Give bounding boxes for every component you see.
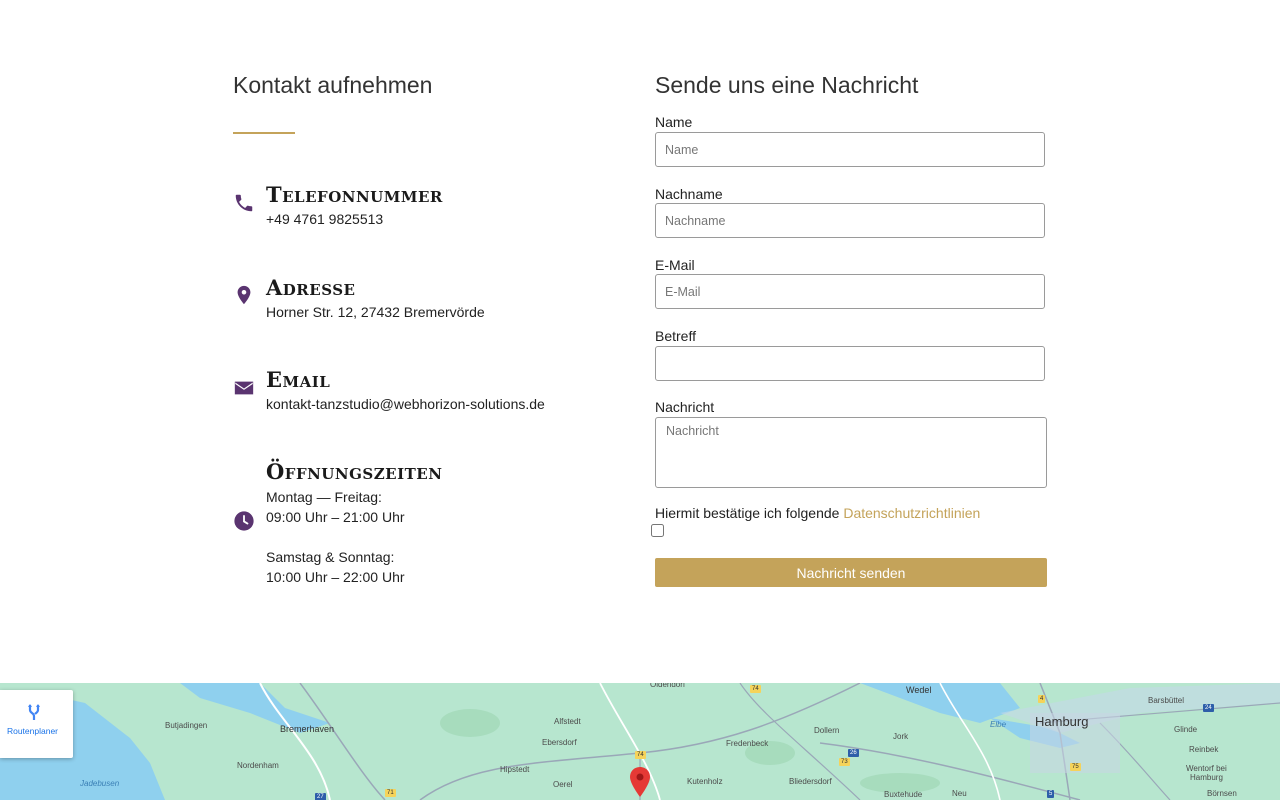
send-message-button[interactable]: Nachricht senden: [655, 558, 1047, 587]
envelope-icon: [233, 377, 255, 399]
map-embed[interactable]: Oldendorf Wedel Barsbüttel Hamburg Butja…: [0, 683, 1280, 800]
map-place-label: Butjadingen: [165, 721, 208, 730]
lastname-input[interactable]: [655, 203, 1045, 238]
map-place-label: Fredenbeck: [726, 739, 769, 748]
address-heading: Adresse: [266, 275, 356, 300]
map-place-label: Oerel: [553, 780, 573, 789]
weekend-label: Samstag & Sonntag:: [266, 549, 395, 565]
map-place-label: Reinbek: [1189, 745, 1219, 754]
gold-divider: [233, 132, 295, 134]
consent-checkbox[interactable]: [651, 524, 664, 537]
map-place-label: Oldendorf: [650, 683, 686, 689]
map-place-label: Hipstedt: [500, 765, 530, 774]
email-heading: Email: [266, 367, 331, 392]
road-shield: 4: [1038, 695, 1046, 703]
road-shield: 5: [1047, 790, 1055, 798]
phone-number[interactable]: +49 4761 9825513: [266, 209, 383, 229]
map-place-label: Barsbüttel: [1148, 696, 1185, 705]
message-label: Nachricht: [655, 399, 715, 415]
weekday-label: Montag — Freitag:: [266, 489, 382, 505]
weekend-hours: 10:00 Uhr – 22:00 Uhr: [266, 569, 405, 585]
map-place-label: Hamburg: [1190, 773, 1223, 782]
subject-label: Betreff: [655, 328, 696, 344]
map-place-label: Wedel: [906, 685, 932, 695]
privacy-policy-link[interactable]: Datenschutzrichtlinien: [843, 505, 980, 521]
contact-title: Kontakt aufnehmen: [233, 72, 433, 98]
clock-icon: [233, 510, 255, 532]
road-shield: 74: [750, 685, 761, 693]
consent-text: Hiermit bestätige ich folgende Datenschu…: [655, 505, 980, 521]
address-text: Horner Str. 12, 27432 Bremervörde: [266, 304, 485, 320]
email-label: E-Mail: [655, 257, 695, 273]
map-water-label: Elbe: [990, 720, 1007, 729]
name-label: Name: [655, 114, 693, 130]
map-pin-icon[interactable]: [629, 767, 651, 797]
name-input[interactable]: [655, 132, 1045, 167]
map-place-label: Dollern: [814, 726, 840, 735]
map-place-label: Bliedersdorf: [789, 777, 832, 786]
email-input[interactable]: [655, 274, 1045, 309]
map-place-label: Jork: [893, 732, 909, 741]
map-place-label: Neu: [952, 789, 967, 798]
directions-icon: [27, 704, 41, 720]
map-place-label: Wentorf bei: [1186, 764, 1227, 773]
subject-input[interactable]: [655, 346, 1045, 381]
phone-icon: [233, 192, 255, 214]
email-address[interactable]: kontakt-tanzstudio@webhorizon-solutions.…: [266, 394, 545, 414]
map-water-label: Jadebusen: [80, 779, 120, 788]
map-place-label: Alfstedt: [554, 717, 581, 726]
map-place-label: Bremerhaven: [280, 724, 335, 734]
road-shield: 74: [635, 751, 646, 759]
map-place-label: Nordenham: [237, 761, 279, 770]
consent-label: Hiermit bestätige ich folgende: [655, 505, 844, 521]
weekday-hours: 09:00 Uhr – 21:00 Uhr: [266, 509, 405, 525]
form-title: Sende uns eine Nachricht: [655, 72, 919, 98]
lastname-label: Nachname: [655, 186, 723, 202]
map-place-label: Börnsen: [1207, 789, 1237, 798]
map-place-label: Ebersdorf: [542, 738, 577, 747]
map-place-label: Hamburg: [1035, 714, 1089, 729]
route-planner-label: Routenplaner: [6, 726, 59, 736]
map-place-label: Kutenholz: [687, 777, 723, 786]
map-place-label: Glinde: [1174, 725, 1198, 734]
route-planner-button[interactable]: Routenplaner: [0, 690, 73, 758]
road-shield: 27: [315, 793, 326, 800]
road-shield: 73: [839, 758, 850, 766]
message-textarea[interactable]: [655, 417, 1047, 488]
road-shield: 26: [848, 749, 859, 757]
road-shield: 24: [1203, 704, 1214, 712]
road-shield: 71: [385, 789, 396, 797]
hours-heading: Öffnungszeiten: [266, 459, 443, 484]
phone-heading: Telefonnummer: [266, 182, 443, 207]
map-place-label: Buxtehude: [884, 790, 923, 799]
road-shield: 75: [1070, 763, 1081, 771]
map-marker-icon: [233, 284, 255, 306]
